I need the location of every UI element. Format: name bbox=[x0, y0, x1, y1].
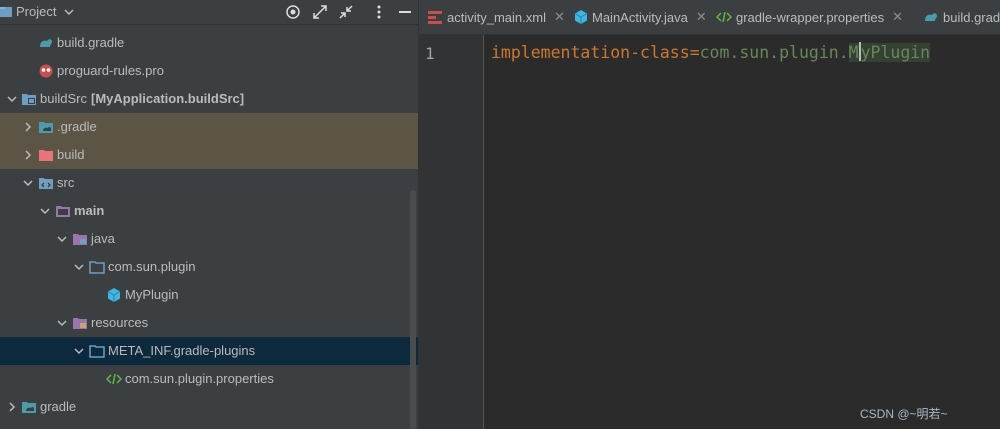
tab-label: activity_main.xml bbox=[447, 9, 546, 25]
property-value-prefix: com.sun.plugin. bbox=[699, 43, 849, 62]
chevron-down-icon[interactable] bbox=[22, 177, 34, 189]
chevron-down-icon[interactable] bbox=[6, 93, 18, 105]
minimize-icon[interactable] bbox=[395, 2, 415, 22]
tree-item-proguard[interactable]: proguard-rules.pro bbox=[0, 57, 418, 85]
property-value-after-caret: yPlugin bbox=[860, 43, 931, 62]
project-panel: Project build.gradle proguard-rules.pro … bbox=[0, 0, 418, 429]
tree-item-build[interactable]: build bbox=[0, 141, 418, 169]
project-panel-title: Project bbox=[16, 4, 57, 19]
close-icon[interactable]: ✕ bbox=[554, 9, 565, 25]
properties-file-icon bbox=[106, 373, 122, 385]
excluded-folder-icon bbox=[39, 150, 53, 161]
tree-item-package[interactable]: com.sun.plugin bbox=[0, 253, 418, 281]
chevron-right-icon[interactable] bbox=[6, 401, 18, 413]
tree-item-label: build bbox=[57, 147, 85, 162]
chevron-down-icon[interactable] bbox=[73, 261, 85, 273]
tree-item-resources[interactable]: resources bbox=[0, 309, 418, 337]
project-icon bbox=[0, 6, 12, 17]
layout-file-icon bbox=[428, 11, 442, 24]
gradle-folder-icon bbox=[22, 402, 36, 413]
gradle-icon bbox=[40, 39, 52, 47]
tree-item-gradle[interactable]: gradle bbox=[0, 393, 418, 421]
proguard-icon bbox=[39, 64, 53, 78]
package-folder-icon bbox=[89, 261, 105, 274]
options-icon[interactable] bbox=[369, 2, 389, 22]
class-icon bbox=[574, 10, 588, 24]
tree-item-buildsrc[interactable]: buildSrc [MyApplication.buildSrc] bbox=[0, 85, 418, 113]
line-gutter: 1 bbox=[419, 35, 484, 429]
tree-item-main[interactable]: main bbox=[0, 197, 418, 225]
tab-label: MainActivity.java bbox=[592, 9, 688, 25]
expand-all-icon[interactable] bbox=[310, 2, 330, 22]
tree-item-dot-gradle[interactable]: .gradle bbox=[0, 113, 418, 141]
tree-item-label: META_INF.gradle-plugins bbox=[108, 343, 256, 358]
tree-item-label: build.gradle bbox=[57, 35, 125, 50]
tree-item-label: resources bbox=[91, 315, 149, 330]
tree-item-src[interactable]: src bbox=[0, 169, 418, 197]
chevron-down-icon[interactable] bbox=[56, 317, 68, 329]
tree-item-build-gradle[interactable]: build.gradle bbox=[0, 29, 418, 57]
tab-label: gradle-wrapper.properties bbox=[736, 9, 885, 25]
tree-item-label: java bbox=[91, 231, 115, 246]
watermark: CSDN @~明若~ bbox=[860, 407, 948, 421]
locate-icon[interactable] bbox=[283, 2, 303, 22]
tab-activity-main[interactable]: activity_main.xml ✕ bbox=[427, 0, 565, 34]
property-key: implementation-class bbox=[491, 43, 690, 62]
chevron-down-icon[interactable] bbox=[73, 345, 85, 357]
tree-item-label: com.sun.plugin.properties bbox=[125, 371, 274, 386]
code-line[interactable]: implementation-class=com.sun.plugin.M yPl… bbox=[491, 42, 931, 62]
close-icon[interactable]: ✕ bbox=[892, 9, 903, 25]
project-panel-header: Project bbox=[0, 0, 418, 25]
collapse-all-icon[interactable] bbox=[336, 2, 356, 22]
chevron-down-icon[interactable] bbox=[56, 233, 68, 245]
tree-item-module-name: [MyApplication.buildSrc] bbox=[91, 91, 245, 106]
code-editor[interactable]: 1 implementation-class=com.sun.plugin.M y… bbox=[419, 35, 1000, 429]
line-number: 1 bbox=[425, 44, 435, 63]
property-value-highlight: MyPlugin bbox=[848, 42, 931, 62]
tab-build-gradle[interactable]: build.grad bbox=[923, 0, 1000, 34]
module-folder-icon bbox=[22, 94, 36, 105]
class-icon bbox=[107, 288, 121, 302]
properties-file-icon bbox=[716, 11, 732, 23]
tree-item-label: com.sun.plugin bbox=[108, 259, 196, 274]
chevron-right-icon[interactable] bbox=[22, 121, 34, 133]
project-view-selector[interactable]: Project bbox=[0, 4, 74, 19]
source-folder-icon bbox=[39, 178, 53, 189]
close-icon[interactable]: ✕ bbox=[696, 9, 707, 25]
tree-item-java[interactable]: java bbox=[0, 225, 418, 253]
editor-tab-bar: activity_main.xml ✕ MainActivity.java ✕ … bbox=[419, 0, 1000, 35]
property-value-before-caret: M bbox=[848, 43, 859, 62]
tree-item-label: proguard-rules.pro bbox=[57, 63, 164, 78]
tree-item-label: MyPlugin bbox=[125, 287, 179, 302]
chevron-down-icon[interactable] bbox=[39, 205, 51, 217]
chevron-down-icon bbox=[64, 8, 74, 15]
chevron-right-icon[interactable] bbox=[22, 149, 34, 161]
tree-item-label: src bbox=[57, 175, 75, 190]
folder-icon bbox=[89, 345, 105, 358]
tree-item-label: buildSrc bbox=[40, 91, 87, 106]
gradle-folder-icon bbox=[39, 122, 53, 133]
tree-item-label: .gradle bbox=[57, 119, 97, 134]
tree-item-properties[interactable]: com.sun.plugin.properties bbox=[0, 365, 418, 393]
folder-icon bbox=[56, 206, 70, 217]
tab-main-activity[interactable]: MainActivity.java ✕ bbox=[573, 0, 707, 34]
tab-label: build.grad bbox=[943, 9, 1000, 25]
gradle-icon bbox=[925, 13, 937, 21]
tab-gradle-wrapper[interactable]: gradle-wrapper.properties ✕ bbox=[716, 0, 903, 34]
equals-sign: = bbox=[689, 43, 700, 62]
tree-item-label: main bbox=[74, 203, 105, 218]
tree-item-label: gradle bbox=[40, 399, 77, 414]
resources-folder-icon bbox=[73, 318, 87, 329]
source-root-icon bbox=[73, 234, 87, 245]
tree-item-myplugin[interactable]: MyPlugin bbox=[0, 281, 418, 309]
tree-item-meta-inf[interactable]: META_INF.gradle-plugins bbox=[0, 337, 418, 365]
tree-scrollbar[interactable] bbox=[410, 190, 416, 429]
